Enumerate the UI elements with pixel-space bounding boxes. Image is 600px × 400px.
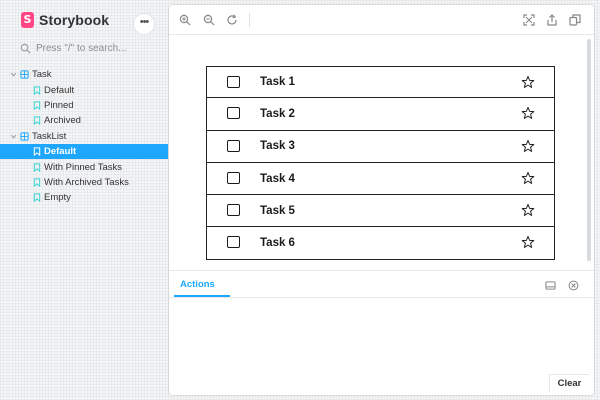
preview-panel: Task 1 Task 2 Task 3 Task 4 Task 5 Task … — [169, 5, 594, 395]
brand[interactable]: S Storybook — [21, 12, 109, 28]
close-panel-icon[interactable] — [568, 280, 579, 291]
fullscreen-icon — [523, 14, 535, 26]
task-checkbox[interactable] — [227, 107, 240, 120]
sidebar-item-task-pinned[interactable]: Pinned — [0, 98, 168, 113]
sidebar-item-label: With Pinned Tasks — [44, 161, 122, 173]
bookmark-icon — [33, 101, 41, 110]
sidebar-item-task-archived[interactable]: Archived — [0, 113, 168, 128]
reset-zoom-icon — [227, 14, 237, 25]
sidebar-menu-button[interactable]: ••• — [133, 13, 155, 35]
task-title[interactable]: Task 6 — [260, 237, 295, 249]
sidebar-item-tasklist-empty[interactable]: Empty — [0, 190, 168, 205]
sidebar-item-tasklist-with-archived-tasks[interactable]: With Archived Tasks — [0, 175, 168, 190]
sidebar-group-label: Task — [32, 69, 52, 81]
task-checkbox[interactable] — [227, 236, 240, 249]
storybook-logo-icon: S — [21, 12, 34, 28]
task-checkbox[interactable] — [227, 204, 240, 217]
bookmark-icon — [33, 178, 41, 187]
star-icon[interactable] — [521, 106, 535, 120]
sidebar-item-tasklist-with-pinned-tasks[interactable]: With Pinned Tasks — [0, 159, 168, 174]
task-list: Task 1 Task 2 Task 3 Task 4 Task 5 Task … — [206, 66, 555, 260]
sidebar-item-label: Default — [44, 84, 75, 96]
share-button[interactable] — [546, 14, 558, 26]
zoom-out-button[interactable] — [203, 14, 215, 26]
copy-link-button[interactable] — [569, 14, 581, 26]
task-title[interactable]: Task 5 — [260, 205, 295, 217]
share-icon — [547, 14, 557, 26]
chevron-down-icon — [10, 73, 17, 77]
task-item: Task 2 — [206, 98, 555, 131]
copy-icon — [569, 14, 581, 26]
zoom-in-icon — [179, 14, 191, 26]
sidebar-item-label: Archived — [44, 115, 81, 127]
component-icon — [20, 70, 29, 79]
bookmark-icon — [33, 147, 41, 157]
bookmark-icon — [33, 193, 41, 203]
task-item: Task 1 — [206, 66, 555, 99]
sidebar: S Storybook ••• Task Default Pinned Arch… — [0, 0, 168, 400]
star-icon[interactable] — [521, 139, 535, 153]
addons-panel: Actions Clear — [169, 270, 594, 395]
zoom-in-button[interactable] — [179, 14, 191, 26]
chevron-down-icon — [10, 134, 17, 139]
clear-button[interactable]: Clear — [549, 374, 589, 392]
task-title[interactable]: Task 3 — [260, 140, 295, 152]
sidebar-group-task[interactable]: Task — [0, 67, 168, 82]
sidebar-group-label: TaskList — [32, 130, 67, 142]
star-icon[interactable] — [521, 235, 535, 249]
search-bar — [20, 40, 160, 56]
task-title[interactable]: Task 1 — [260, 76, 295, 88]
task-checkbox[interactable] — [227, 171, 240, 184]
task-title[interactable]: Task 4 — [260, 173, 295, 185]
brand-name: Storybook — [39, 12, 110, 28]
zoom-out-icon — [203, 14, 215, 26]
task-title[interactable]: Task 2 — [260, 108, 295, 120]
task-item: Task 3 — [206, 130, 555, 163]
task-item: Task 4 — [206, 162, 555, 196]
sidebar-item-tasklist-default[interactable]: Default — [0, 143, 168, 160]
sidebar-item-label: Default — [44, 146, 77, 158]
canvas-scrollbar[interactable] — [587, 39, 591, 261]
addons-divider — [169, 297, 594, 298]
bookmark-icon — [33, 85, 41, 95]
story-canvas: Task 1 Task 2 Task 3 Task 4 Task 5 Task … — [169, 36, 594, 270]
search-icon — [20, 43, 31, 53]
fullscreen-button[interactable] — [523, 14, 535, 26]
search-input[interactable] — [36, 42, 154, 54]
preview-toolbar — [169, 5, 594, 35]
bookmark-icon — [33, 162, 41, 172]
task-checkbox[interactable] — [227, 76, 240, 88]
sidebar-item-task-default[interactable]: Default — [0, 82, 168, 97]
tab-actions[interactable]: Actions — [180, 279, 215, 290]
star-icon[interactable] — [521, 203, 535, 217]
sidebar-item-label: Pinned — [44, 99, 74, 111]
task-item: Task 6 — [206, 227, 555, 260]
panel-position-icon[interactable] — [545, 280, 556, 291]
task-checkbox[interactable] — [227, 139, 240, 152]
toolbar-divider — [249, 13, 250, 27]
component-icon — [20, 132, 29, 141]
ellipsis-icon: ••• — [139, 15, 150, 28]
bookmark-icon — [33, 116, 41, 126]
star-icon[interactable] — [521, 171, 535, 185]
task-item: Task 5 — [206, 195, 555, 228]
story-tree: Task Default Pinned Archived TaskList De… — [0, 67, 168, 206]
star-icon[interactable] — [521, 75, 535, 89]
sidebar-item-label: Empty — [44, 192, 71, 204]
reset-zoom-button[interactable] — [226, 14, 238, 26]
sidebar-group-tasklist[interactable]: TaskList — [0, 129, 168, 144]
sidebar-item-label: With Archived Tasks — [44, 176, 129, 188]
